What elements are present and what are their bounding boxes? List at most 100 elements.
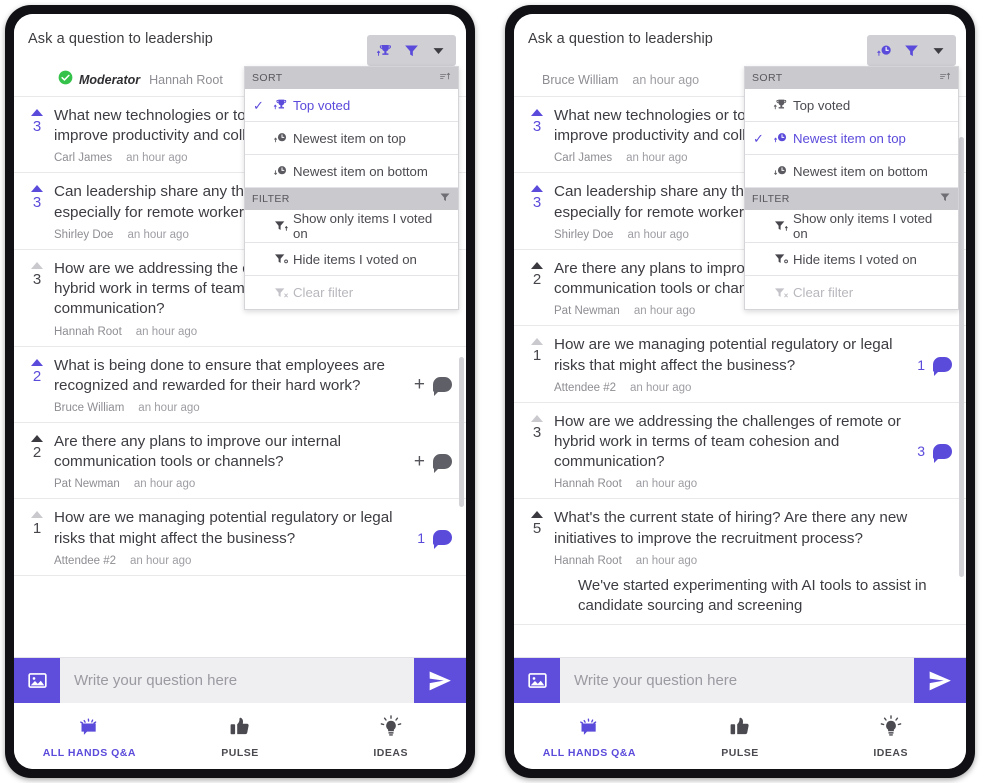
- question-row[interactable]: 2 What is being done to ensure that empl…: [14, 346, 466, 423]
- filter-header-label: FILTER: [752, 193, 790, 205]
- upvote-caret-icon[interactable]: [531, 414, 543, 422]
- timestamp: an hour ago: [632, 73, 700, 87]
- nav-tab-label: IDEAS: [873, 746, 908, 759]
- comment-icon[interactable]: [433, 530, 452, 550]
- filter-option-0[interactable]: Show only items I voted on: [745, 210, 958, 243]
- list-scrollbar[interactable]: [459, 357, 464, 507]
- filter-option-1[interactable]: Hide items I voted on: [245, 243, 458, 276]
- filter-option-0[interactable]: Show only items I voted on: [245, 210, 458, 243]
- image-icon[interactable]: [514, 658, 560, 703]
- vote-count: 2: [32, 367, 42, 385]
- filter-section-header: FILTER: [245, 188, 458, 210]
- upvote-control[interactable]: 5: [520, 508, 554, 536]
- image-icon[interactable]: [14, 658, 60, 703]
- upvote-caret-icon[interactable]: [531, 261, 543, 269]
- question-row[interactable]: 1 How are we managing potential regulato…: [514, 326, 966, 403]
- send-icon[interactable]: [414, 658, 466, 703]
- upvote-control[interactable]: 1: [520, 335, 554, 363]
- nav-tab-1[interactable]: PULSE: [665, 703, 816, 769]
- timestamp: an hour ago: [635, 478, 698, 491]
- upvote-control[interactable]: 2: [520, 259, 554, 287]
- comment-icon[interactable]: [933, 357, 952, 377]
- timestamp: an hour ago: [627, 228, 689, 241]
- question-composer: Write your question here: [14, 657, 466, 703]
- comment-icon[interactable]: [433, 377, 452, 397]
- filter-option-2: Clear filter: [245, 276, 458, 309]
- question-input[interactable]: Write your question here: [60, 658, 414, 703]
- sort-option-label: Newest item on top: [793, 130, 906, 146]
- add-comment-button[interactable]: +: [414, 452, 425, 471]
- sort-option-0[interactable]: Top voted: [745, 89, 958, 122]
- sort-filter-dropdown[interactable]: SORT ✓ Top voted Newest item on top Newe…: [244, 66, 459, 310]
- nav-tab-1[interactable]: PULSE: [165, 703, 316, 769]
- vote-count: 1: [32, 520, 42, 538]
- author-name: Carl James: [554, 152, 613, 165]
- question-body: How are we managing potential regulatory…: [554, 335, 917, 393]
- upvote-control[interactable]: 3: [520, 412, 554, 440]
- filter-option-1[interactable]: Hide items I voted on: [745, 243, 958, 276]
- filter-option-label: Clear filter: [293, 285, 354, 300]
- question-row[interactable]: 2 Are there any plans to improve our int…: [14, 422, 466, 500]
- question-meta: Hannah Root an hour ago: [554, 555, 946, 567]
- upvote-caret-icon[interactable]: [31, 261, 43, 269]
- trophy-up-icon[interactable]: [371, 37, 398, 64]
- question-row[interactable]: 1 How are we managing potential regulato…: [14, 499, 466, 576]
- upvote-control[interactable]: 3: [20, 106, 54, 134]
- upvote-caret-icon[interactable]: [31, 434, 43, 442]
- question-row[interactable]: 3 How are we addressing the challenges o…: [514, 402, 966, 500]
- comment-icon[interactable]: [433, 453, 452, 473]
- filter-option-2: Clear filter: [745, 276, 958, 309]
- sort-option-2[interactable]: Newest item on bottom: [245, 155, 458, 188]
- chevron-down-icon[interactable]: [425, 37, 452, 64]
- upvote-control[interactable]: 3: [520, 106, 554, 134]
- clock-up-icon[interactable]: [871, 37, 898, 64]
- upvote-caret-icon[interactable]: [31, 358, 43, 366]
- question-row[interactable]: 5 What's the current state of hiring? Ar…: [514, 499, 966, 625]
- nav-tab-2[interactable]: IDEAS: [315, 703, 466, 769]
- upvote-caret-icon[interactable]: [31, 109, 43, 116]
- upvote-control[interactable]: 2: [20, 356, 54, 384]
- send-icon[interactable]: [914, 658, 966, 703]
- upvote-control[interactable]: 3: [520, 182, 554, 210]
- nav-tab-0[interactable]: ALL HANDS Q&A: [14, 703, 165, 769]
- list-scrollbar[interactable]: [959, 137, 964, 577]
- sort-section-header: SORT: [745, 67, 958, 89]
- upvote-caret-icon[interactable]: [531, 511, 543, 519]
- sort-option-0[interactable]: ✓ Top voted: [245, 89, 458, 122]
- upvote-caret-icon[interactable]: [531, 109, 543, 116]
- question-body: How are we managing potential regulatory…: [54, 508, 417, 566]
- upvote-control[interactable]: 1: [20, 508, 54, 536]
- add-comment-button[interactable]: +: [414, 375, 425, 394]
- sort-header-label: SORT: [252, 72, 283, 84]
- author-name: Carl James: [54, 152, 113, 165]
- timestamp: an hour ago: [633, 305, 696, 318]
- question-body: What is being done to ensure that employ…: [54, 356, 414, 414]
- upvote-caret-icon[interactable]: [531, 185, 543, 193]
- sort-option-1[interactable]: Newest item on top: [245, 122, 458, 155]
- sort-option-2[interactable]: Newest item on bottom: [745, 155, 958, 188]
- question-input[interactable]: Write your question here: [560, 658, 914, 703]
- filter-option-label: Hide items I voted on: [793, 251, 917, 267]
- upvote-caret-icon[interactable]: [31, 185, 43, 193]
- funnel-icon[interactable]: [398, 37, 425, 64]
- checkmark-icon: ✓: [253, 97, 264, 113]
- sort-option-1[interactable]: ✓ Newest item on top: [745, 122, 958, 155]
- page-title: Ask a question to leadership: [28, 31, 213, 47]
- announcement-icon: [576, 714, 602, 740]
- upvote-control[interactable]: 2: [20, 432, 54, 460]
- author-name: Attendee #2: [554, 381, 617, 394]
- vote-count: 3: [32, 194, 42, 212]
- upvote-caret-icon[interactable]: [31, 511, 43, 519]
- timestamp: an hour ago: [130, 554, 192, 567]
- comment-icon[interactable]: [933, 443, 952, 463]
- upvote-control[interactable]: 3: [20, 259, 54, 287]
- chevron-down-icon[interactable]: [925, 37, 952, 64]
- sort-filter-dropdown[interactable]: SORT Top voted ✓ Newest item on top Newe…: [744, 66, 959, 310]
- nav-tab-2[interactable]: IDEAS: [815, 703, 966, 769]
- upvote-caret-icon[interactable]: [531, 338, 543, 346]
- upvote-control[interactable]: 3: [20, 182, 54, 210]
- sort-option-label: Newest item on bottom: [293, 163, 428, 179]
- funnel-icon[interactable]: [898, 37, 925, 64]
- filter-option-label: Clear filter: [793, 285, 854, 300]
- nav-tab-0[interactable]: ALL HANDS Q&A: [514, 703, 665, 769]
